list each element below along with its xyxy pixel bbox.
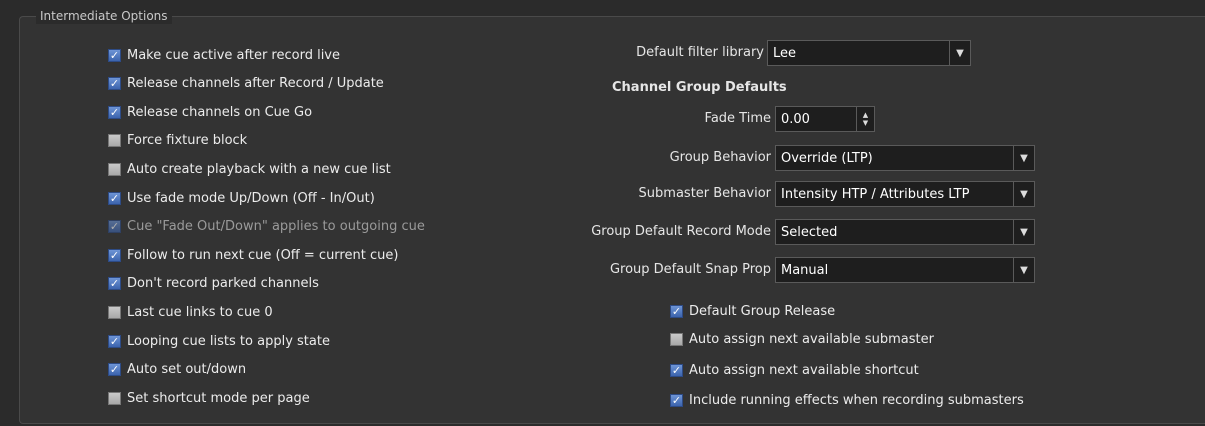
checkmark-icon: ✓ — [109, 220, 120, 234]
checkbox[interactable]: ✓ — [108, 391, 121, 405]
checkbox[interactable]: ✓ — [108, 77, 121, 91]
group-behavior-label: Group Behavior — [669, 150, 771, 165]
option-row[interactable]: ✓ Use fade mode Up/Down (Off - In/Out) — [108, 189, 375, 207]
option-label: Looping cue lists to apply state — [127, 333, 330, 349]
option-row[interactable]: ✓ Don't record parked channels — [108, 275, 319, 293]
option-label: Follow to run next cue (Off = current cu… — [127, 247, 399, 263]
checkbox[interactable]: ✓ — [670, 393, 683, 407]
option-label: Make cue active after record live — [127, 47, 341, 63]
option-row[interactable]: ✓ Force fixture block — [108, 132, 247, 150]
option-label: Release channels after Record / Update — [127, 76, 384, 92]
option-label: Auto assign next available submaster — [689, 331, 934, 347]
checkmark-icon: ✓ — [671, 363, 682, 377]
checkbox[interactable]: ✓ — [670, 363, 683, 377]
option-label: Auto create playback with a new cue list — [127, 161, 391, 177]
checkmark-icon: ✓ — [109, 105, 120, 119]
checkbox[interactable]: ✓ — [108, 105, 121, 119]
checkmark-icon: ✓ — [109, 334, 120, 348]
group-option-row[interactable]: ✓ Auto assign next available shortcut — [670, 361, 919, 379]
checkbox[interactable]: ✓ — [108, 162, 121, 176]
checkmark-icon: ✓ — [671, 393, 682, 407]
checkbox[interactable]: ✓ — [108, 134, 121, 148]
checkbox[interactable]: ✓ — [108, 48, 121, 62]
checkbox[interactable]: ✓ — [108, 191, 121, 205]
submaster-behavior-label: Submaster Behavior — [638, 186, 771, 201]
record-mode-label: Group Default Record Mode — [591, 224, 771, 239]
checkbox[interactable]: ✓ — [108, 248, 121, 262]
group-behavior-select[interactable]: Override (LTP) ▼ — [775, 145, 1035, 171]
group-option-row[interactable]: ✓ Include running effects when recording … — [670, 391, 1024, 409]
option-label: Include running effects when recording s… — [689, 392, 1024, 408]
option-row[interactable]: ✓ Last cue links to cue 0 — [108, 303, 273, 321]
filter-library-value: Lee — [773, 45, 797, 61]
chevron-down-icon[interactable]: ▼ — [1013, 220, 1034, 244]
checkbox[interactable]: ✓ — [108, 277, 121, 291]
option-row[interactable]: ✓ Auto set out/down — [108, 361, 246, 379]
checkmark-icon: ✓ — [671, 304, 682, 318]
chevron-down-icon[interactable]: ▼ — [1013, 182, 1034, 206]
option-label: Last cue links to cue 0 — [127, 304, 273, 320]
checkmark-icon: ✓ — [109, 363, 120, 377]
group-behavior-value: Override (LTP) — [781, 150, 873, 166]
chevron-down-icon[interactable]: ▼ — [1013, 146, 1034, 170]
checkbox: ✓ — [108, 220, 121, 234]
option-label: Force fixture block — [127, 133, 248, 149]
channel-group-title: Channel Group Defaults — [612, 80, 787, 95]
option-row[interactable]: ✓ Make cue active after record live — [108, 46, 340, 64]
checkmark-icon: ✓ — [109, 248, 120, 262]
snap-prop-label: Group Default Snap Prop — [609, 262, 771, 277]
checkbox[interactable]: ✓ — [108, 334, 121, 348]
record-mode-value: Selected — [781, 224, 838, 240]
checkbox[interactable]: ✓ — [670, 304, 683, 318]
group-title: Intermediate Options — [36, 8, 172, 24]
checkmark-icon: ✓ — [109, 48, 120, 62]
spin-up-icon[interactable]: ▲ — [863, 111, 868, 119]
option-row[interactable]: ✓ Cue "Fade Out/Down" applies to outgoing… — [108, 218, 425, 236]
spin-buttons[interactable]: ▲ ▼ — [856, 107, 874, 131]
fade-time-label: Fade Time — [704, 111, 771, 126]
checkbox[interactable]: ✓ — [670, 332, 683, 346]
snap-prop-select[interactable]: Manual ▼ — [775, 257, 1035, 283]
option-row[interactable]: ✓ Set shortcut mode per page — [108, 389, 310, 407]
checkmark-icon: ✓ — [109, 191, 120, 205]
option-label: Default Group Release — [689, 303, 836, 319]
group-option-row[interactable]: ✓ Default Group Release — [670, 302, 835, 320]
checkbox[interactable]: ✓ — [108, 363, 121, 377]
submaster-behavior-select[interactable]: Intensity HTP / Attributes LTP ▼ — [775, 181, 1035, 207]
option-label: Cue "Fade Out/Down" applies to outgoing … — [127, 219, 425, 235]
filter-library-label: Default filter library — [636, 45, 764, 60]
option-row[interactable]: ✓ Auto create playback with a new cue lis… — [108, 160, 391, 178]
option-row[interactable]: ✓ Follow to run next cue (Off = current c… — [108, 246, 398, 264]
checkmark-icon: ✓ — [109, 277, 120, 291]
option-label: Auto assign next available shortcut — [689, 362, 919, 378]
chevron-down-icon[interactable]: ▼ — [949, 41, 970, 65]
submaster-behavior-value: Intensity HTP / Attributes LTP — [781, 186, 970, 202]
option-label: Set shortcut mode per page — [127, 390, 310, 406]
option-row[interactable]: ✓ Looping cue lists to apply state — [108, 332, 330, 350]
record-mode-select[interactable]: Selected ▼ — [775, 219, 1035, 245]
filter-library-select[interactable]: Lee ▼ — [767, 40, 971, 66]
option-label: Auto set out/down — [127, 362, 247, 378]
option-row[interactable]: ✓ Release channels after Record / Update — [108, 75, 384, 93]
option-row[interactable]: ✓ Release channels on Cue Go — [108, 103, 312, 121]
spin-down-icon[interactable]: ▼ — [863, 119, 868, 127]
snap-prop-value: Manual — [781, 262, 829, 278]
chevron-down-icon[interactable]: ▼ — [1013, 258, 1034, 282]
checkbox[interactable]: ✓ — [108, 305, 121, 319]
checkmark-icon: ✓ — [109, 77, 120, 91]
option-label: Release channels on Cue Go — [127, 104, 313, 120]
option-label: Don't record parked channels — [127, 276, 319, 292]
fade-time-spinbox[interactable]: 0.00 ▲ ▼ — [775, 106, 875, 132]
fade-time-value[interactable]: 0.00 — [776, 112, 856, 127]
option-label: Use fade mode Up/Down (Off - In/Out) — [127, 190, 375, 206]
group-option-row[interactable]: ✓ Auto assign next available submaster — [670, 330, 934, 348]
